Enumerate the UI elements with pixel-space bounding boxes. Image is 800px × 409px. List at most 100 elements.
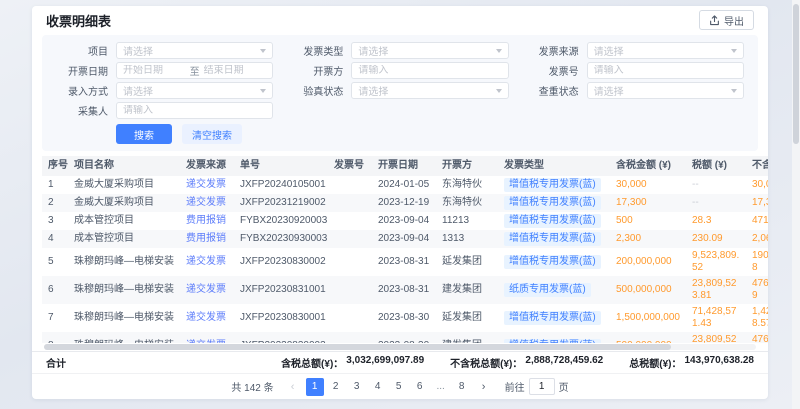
table-row[interactable]: 6珠穆朗玛峰—电梯安装递交发票JXFP202308310012023-08-31… bbox=[42, 276, 768, 304]
cell-amount: 500,000,000 bbox=[610, 332, 686, 343]
invoice-date-range[interactable]: 至 bbox=[116, 62, 273, 79]
table-row[interactable]: 2金威大厦采购项目递交发票JXFP202312190022023-12-19东海… bbox=[42, 194, 768, 212]
page-button-1[interactable]: 1 bbox=[306, 378, 324, 396]
dup-status-select[interactable]: 请选择 bbox=[587, 82, 744, 99]
goto-page-suffix: 页 bbox=[559, 379, 569, 394]
cell-source: 递交发票 bbox=[180, 304, 234, 332]
invoice-source-select[interactable]: 请选择 bbox=[587, 42, 744, 59]
table-row[interactable]: 3成本管控项目费用报销FYBX202309200032023-09-041121… bbox=[42, 212, 768, 230]
cell-tax: 9,523,809.52 bbox=[686, 248, 746, 276]
cell-date: 2024-01-05 bbox=[372, 176, 436, 194]
cell-no: 5 bbox=[42, 248, 68, 276]
table-row[interactable]: 5珠穆朗玛峰—电梯安装递交发票JXFP202308300022023-08-31… bbox=[42, 248, 768, 276]
collector-field: 采集人 bbox=[56, 102, 273, 119]
collector-label: 采集人 bbox=[56, 103, 108, 118]
invoice-type-field: 发票类型 请选择 bbox=[291, 42, 508, 59]
page-button-2[interactable]: 2 bbox=[327, 378, 345, 396]
invoice-table-scroll-area[interactable]: 序号项目名称发票来源单号发票号开票日期开票方发票类型含税金额 (¥)税额 (¥)… bbox=[32, 156, 768, 343]
filter-panel: 项目 请选择 发票类型 请选择 发票来源 请选择 bbox=[42, 35, 758, 151]
page-button-4[interactable]: 4 bbox=[369, 378, 387, 396]
page-button-5[interactable]: 5 bbox=[390, 378, 408, 396]
cell-no: 1 bbox=[42, 176, 68, 194]
summary-label: 合计 bbox=[46, 355, 66, 370]
table-row[interactable]: 8珠穆朗玛峰—电梯安装递交发票JXFP202308300032023-08-30… bbox=[42, 332, 768, 343]
cell-project: 珠穆朗玛峰—电梯安装 bbox=[68, 248, 180, 276]
main-panel: 收票明细表 导出 项目 请选择 发票类型 请选择 bbox=[32, 6, 768, 399]
column-header-type: 发票类型 bbox=[498, 156, 610, 176]
cell-source: 递交发票 bbox=[180, 332, 234, 343]
cell-date: 2023-08-30 bbox=[372, 304, 436, 332]
invoice-type-tag: 增值税专用发票(蓝) bbox=[504, 339, 601, 343]
cell-net: 476,190,476.19 bbox=[746, 276, 768, 304]
invoice-type-select[interactable]: 请选择 bbox=[351, 42, 508, 59]
clear-search-button[interactable]: 清空搜索 bbox=[182, 124, 242, 144]
cell-no: 8 bbox=[42, 332, 68, 343]
cell-amount: 30,000 bbox=[610, 176, 686, 194]
cell-issuer: 建发集团 bbox=[436, 332, 498, 343]
column-header-tax: 税额 (¥) bbox=[686, 156, 746, 176]
table-row[interactable]: 4成本管控项目费用报销FYBX202309300032023-09-041313… bbox=[42, 230, 768, 248]
cell-amount: 200,000,000 bbox=[610, 248, 686, 276]
cell-order_no: JXFP20230830003 bbox=[234, 332, 328, 343]
invoice-no-input-wrap bbox=[587, 62, 744, 79]
page-button-6[interactable]: 6 bbox=[411, 378, 429, 396]
vertical-scrollbar[interactable] bbox=[792, 0, 800, 409]
cell-issuer: 东海特伙 bbox=[436, 176, 498, 194]
horizontal-scrollbar[interactable] bbox=[44, 344, 756, 350]
project-select[interactable]: 请选择 bbox=[116, 42, 273, 59]
entry-method-select[interactable]: 请选择 bbox=[116, 82, 273, 99]
invoice-source-label: 发票来源 bbox=[527, 43, 579, 58]
date-end-input[interactable] bbox=[204, 65, 267, 76]
search-button[interactable]: 搜索 bbox=[116, 124, 172, 144]
cell-source: 费用报销 bbox=[180, 212, 234, 230]
invoice-type-tag: 增值税专用发票(蓝) bbox=[504, 255, 601, 269]
invoice-no-field: 发票号 bbox=[527, 62, 744, 79]
cell-tax: 28.3 bbox=[686, 212, 746, 230]
export-button[interactable]: 导出 bbox=[699, 10, 754, 30]
cell-order_no: FYBX20230930003 bbox=[234, 230, 328, 248]
cell-order_no: JXFP20240105001 bbox=[234, 176, 328, 194]
next-page-button[interactable]: › bbox=[476, 378, 492, 396]
vertical-scrollbar-thumb[interactable] bbox=[793, 4, 799, 144]
verify-status-select[interactable]: 请选择 bbox=[351, 82, 508, 99]
cell-source: 递交发票 bbox=[180, 194, 234, 212]
collector-input[interactable] bbox=[123, 105, 266, 116]
date-start-input[interactable] bbox=[123, 65, 186, 76]
project-field: 项目 请选择 bbox=[56, 42, 273, 59]
cell-no: 7 bbox=[42, 304, 68, 332]
page-ellipsis[interactable]: ... bbox=[432, 378, 450, 396]
column-header-invoice_no: 发票号 bbox=[328, 156, 372, 176]
page-button-8[interactable]: 8 bbox=[453, 378, 471, 396]
summary-totals: 含税总额(¥)：3,032,699,097.89不含税总额(¥)：2,888,7… bbox=[281, 355, 754, 370]
table-row[interactable]: 7珠穆朗玛峰—电梯安装递交发票JXFP202308300012023-08-30… bbox=[42, 304, 768, 332]
goto-page-input[interactable] bbox=[529, 378, 555, 395]
page-button-3[interactable]: 3 bbox=[348, 378, 366, 396]
cell-invoice_no bbox=[328, 176, 372, 194]
column-header-net: 不含税金额 (¥) bbox=[746, 156, 768, 176]
cell-no: 2 bbox=[42, 194, 68, 212]
column-header-issuer: 开票方 bbox=[436, 156, 498, 176]
goto-label: 前往 bbox=[505, 379, 525, 394]
table-row[interactable]: 1金威大厦采购项目递交发票JXFP202401050012024-01-05东海… bbox=[42, 176, 768, 194]
cell-type: 增值税专用发票(蓝) bbox=[498, 248, 610, 276]
dup-status-label: 查重状态 bbox=[527, 83, 579, 98]
date-range-separator: 至 bbox=[190, 63, 200, 78]
cell-source: 递交发票 bbox=[180, 248, 234, 276]
cell-amount: 2,300 bbox=[610, 230, 686, 248]
cell-amount: 500 bbox=[610, 212, 686, 230]
horizontal-scrollbar-thumb[interactable] bbox=[44, 344, 671, 350]
dup-status-field: 查重状态 请选择 bbox=[527, 82, 744, 99]
column-header-order_no: 单号 bbox=[234, 156, 328, 176]
verify-status-label: 验真状态 bbox=[291, 83, 343, 98]
cell-net: 1,428,571,428.57 bbox=[746, 304, 768, 332]
invoice-source-field: 发票来源 请选择 bbox=[527, 42, 744, 59]
issuer-input[interactable] bbox=[358, 65, 501, 76]
cell-date: 2023-12-19 bbox=[372, 194, 436, 212]
cell-project: 珠穆朗玛峰—电梯安装 bbox=[68, 276, 180, 304]
cell-tax: -- bbox=[686, 194, 746, 212]
cell-invoice_no bbox=[328, 248, 372, 276]
cell-invoice_no bbox=[328, 304, 372, 332]
prev-page-button[interactable]: ‹ bbox=[285, 378, 301, 396]
invoice-no-input[interactable] bbox=[594, 65, 737, 76]
cell-no: 4 bbox=[42, 230, 68, 248]
